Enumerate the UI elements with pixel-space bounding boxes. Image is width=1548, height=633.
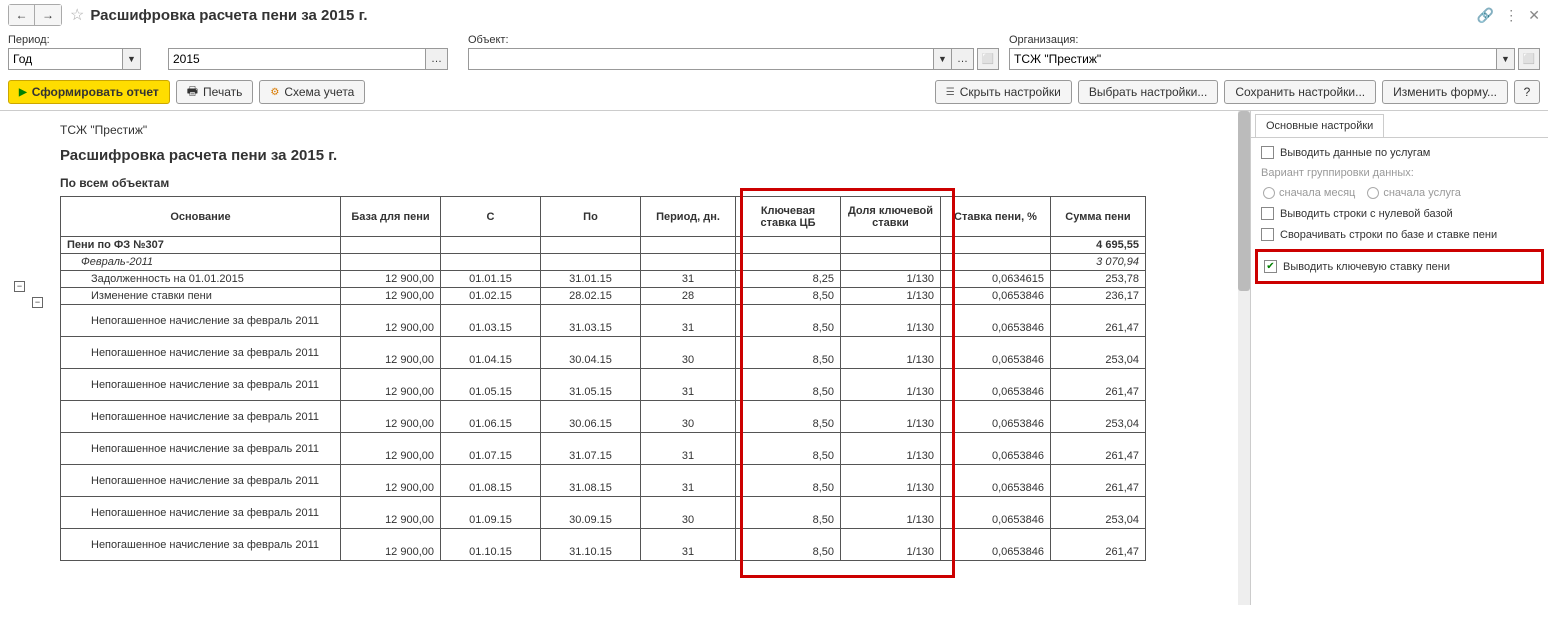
table-row[interactable]: Непогашенное начисление за февраль 2011 … [61,433,1146,465]
change-form-button[interactable]: Изменить форму... [1382,80,1508,104]
checkbox-checked-icon: ✔ [1264,260,1277,273]
group-variant-label: Вариант группировки данных: [1261,167,1538,179]
radio-service-first: сначала услуга [1367,187,1461,199]
table-row[interactable]: Непогашенное начисление за февраль 2011 … [61,529,1146,561]
report-subtitle: По всем объектам [60,176,1238,190]
table-row[interactable]: Задолженность на 01.01.2015 12 900,00 01… [61,271,1146,288]
table-row[interactable]: Изменение ставки пени 12 900,00 01.02.15… [61,288,1146,305]
table-row[interactable]: Непогашенное начисление за февраль 2011 … [61,369,1146,401]
toolbar: ▶ Сформировать отчет 🖶 Печать ⚙ Схема уч… [0,74,1548,110]
favorite-star-icon[interactable]: ☆ [70,5,84,25]
list-icon: ☰ [946,87,955,98]
org-input[interactable] [1009,48,1497,70]
object-dropdown[interactable]: ▼ [934,48,952,70]
content-area: − − ТСЖ "Престиж" Расшифровка расчета пе… [0,110,1548,605]
period-type-input[interactable] [8,48,123,70]
hide-settings-button[interactable]: ☰ Скрыть настройки [935,80,1072,104]
th-c: С [441,197,541,237]
chk-collapse-rows[interactable]: Сворачивать строки по базе и ставке пени [1261,228,1538,241]
nav-forward-button[interactable]: → [35,5,61,25]
object-input[interactable] [468,48,934,70]
table-row[interactable]: Непогашенное начисление за февраль 2011 … [61,401,1146,433]
group-row-1[interactable]: Пени по ФЗ №307 4 695,55 [61,237,1146,254]
report-pane: − − ТСЖ "Престиж" Расшифровка расчета пе… [0,110,1250,605]
th-base: База для пени [341,197,441,237]
table-row[interactable]: Непогашенное начисление за февраль 2011 … [61,305,1146,337]
checkbox-icon [1261,207,1274,220]
period-year-select[interactable]: … [426,48,448,70]
choose-settings-button[interactable]: Выбрать настройки... [1078,80,1218,104]
table-row[interactable]: Непогашенное начисление за февраль 2011 … [61,497,1146,529]
org-expand[interactable]: ⬜ [1518,48,1540,70]
print-button[interactable]: 🖶 Печать [176,80,254,104]
th-key-rate: Ключевая ставка ЦБ [736,197,841,237]
org-label: Организация: [1009,34,1540,46]
checkbox-icon [1261,228,1274,241]
scheme-icon: ⚙ [270,87,279,98]
org-dropdown[interactable]: ▼ [1497,48,1515,70]
table-row[interactable]: Непогашенное начисление за февраль 2011 … [61,337,1146,369]
page-title: Расшифровка расчета пени за 2015 г. [90,7,367,24]
chk-show-key-rate[interactable]: ✔ Выводить ключевую ставку пени [1264,260,1535,273]
table-row[interactable]: Непогашенное начисление за февраль 2011 … [61,465,1146,497]
th-period: Период, дн. [641,197,736,237]
nav-buttons: ← → [8,4,62,26]
radio-month-first: сначала месяц [1263,187,1355,199]
settings-tab-main[interactable]: Основные настройки [1255,114,1384,137]
th-po: По [541,197,641,237]
th-share: Доля ключевой ставки [841,197,941,237]
report-title: Расшифровка расчета пени за 2015 г. [60,147,1238,164]
period-type-dropdown[interactable]: ▼ [123,48,141,70]
object-select[interactable]: … [952,48,974,70]
report-org-name: ТСЖ "Престиж" [60,123,1238,137]
object-expand[interactable]: ⬜ [977,48,999,70]
period-year-input[interactable] [168,48,426,70]
scheme-button[interactable]: ⚙ Схема учета [259,80,365,104]
object-label: Объект: [468,34,999,46]
menu-dots-icon[interactable]: ⋮ [1504,7,1518,24]
printer-icon: 🖶 [187,82,198,103]
data-table: Основание База для пени С По Период, дн.… [60,196,1146,561]
close-icon[interactable]: ✕ [1528,7,1540,24]
settings-panel: Основные настройки Выводить данные по ус… [1250,110,1548,605]
play-icon: ▶ [19,87,27,98]
checkbox-icon [1261,146,1274,159]
filterbar: Период: ▼ … Объект: ▼ … ⬜ Организация: ▼… [0,30,1548,74]
help-button[interactable]: ? [1514,80,1540,104]
nav-back-button[interactable]: ← [9,5,35,25]
chk-zero-rows[interactable]: Выводить строки с нулевой базой [1261,207,1538,220]
th-osn: Основание [61,197,341,237]
link-icon[interactable]: 🔗 [1477,7,1494,24]
group-row-2[interactable]: Февраль-2011 3 070,94 [61,254,1146,271]
vertical-scrollbar[interactable] [1238,111,1250,605]
chk-by-services[interactable]: Выводить данные по услугам [1261,146,1538,159]
th-sum: Сумма пени [1051,197,1146,237]
titlebar: ← → ☆ Расшифровка расчета пени за 2015 г… [0,0,1548,30]
save-settings-button[interactable]: Сохранить настройки... [1224,80,1376,104]
th-rate: Ставка пени, % [941,197,1051,237]
period-label: Период: [8,34,158,46]
form-report-button[interactable]: ▶ Сформировать отчет [8,80,170,104]
scroll-thumb[interactable] [1238,111,1250,291]
